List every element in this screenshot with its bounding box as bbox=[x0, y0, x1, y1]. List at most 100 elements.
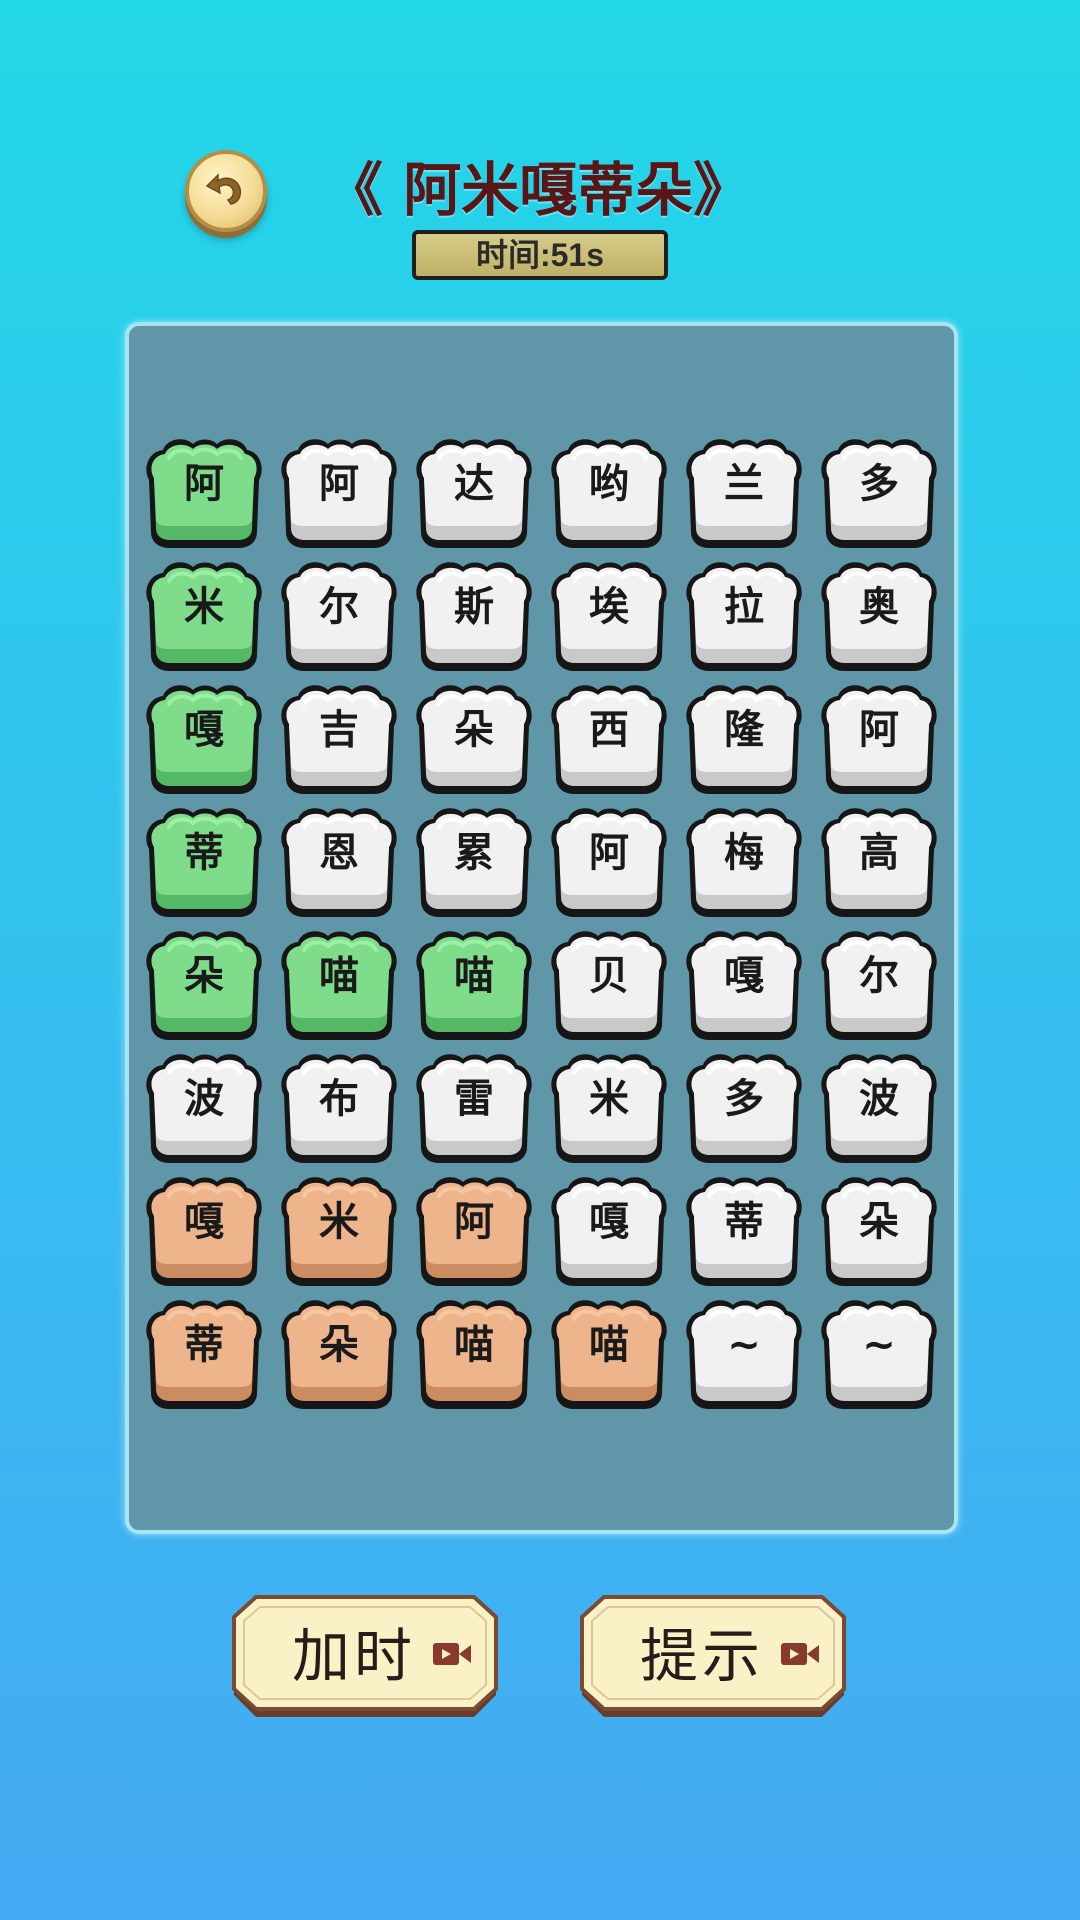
grid-tile[interactable]: 恩 bbox=[276, 805, 402, 920]
video-camera-icon bbox=[432, 1639, 472, 1669]
back-arrow-icon bbox=[201, 164, 251, 218]
tile-character: 累 bbox=[454, 830, 494, 876]
grid-tile[interactable]: 布 bbox=[276, 1051, 402, 1166]
tile-character: 嘎 bbox=[184, 707, 224, 753]
grid-tile[interactable]: 米 bbox=[546, 1051, 672, 1166]
tile-character: 高 bbox=[859, 830, 899, 876]
grid-tile[interactable]: ~ bbox=[816, 1297, 942, 1412]
grid-tile[interactable]: 蒂 bbox=[141, 1297, 267, 1412]
grid-tile[interactable]: 雷 bbox=[411, 1051, 537, 1166]
tile-character: 米 bbox=[319, 1199, 359, 1245]
grid-tile[interactable]: 蒂 bbox=[141, 805, 267, 920]
tile-character: 朵 bbox=[859, 1199, 899, 1245]
tile-character: 埃 bbox=[589, 584, 629, 630]
tile-character: 喵 bbox=[589, 1322, 629, 1368]
grid-tile[interactable]: 高 bbox=[816, 805, 942, 920]
tile-character: 哟 bbox=[589, 461, 629, 507]
tile-character: 阿 bbox=[859, 707, 899, 753]
grid-tile[interactable]: 米 bbox=[276, 1174, 402, 1289]
grid-tile[interactable]: ~ bbox=[681, 1297, 807, 1412]
grid-tile[interactable]: 西 bbox=[546, 682, 672, 797]
tile-character: 阿 bbox=[184, 461, 224, 507]
tile-character: ~ bbox=[727, 1322, 761, 1368]
grid-tile[interactable]: 阿 bbox=[411, 1174, 537, 1289]
tile-character: 朵 bbox=[454, 707, 494, 753]
grid-tile[interactable]: 梅 bbox=[681, 805, 807, 920]
tile-character: 蒂 bbox=[184, 830, 224, 876]
grid-tile[interactable]: 喵 bbox=[276, 928, 402, 1043]
grid-tile[interactable]: 嘎 bbox=[141, 1174, 267, 1289]
tile-character: 米 bbox=[589, 1076, 629, 1122]
tile-character: 嘎 bbox=[724, 953, 764, 999]
tile-character: 米 bbox=[184, 584, 224, 630]
grid-tile[interactable]: 朵 bbox=[141, 928, 267, 1043]
tile-character: ~ bbox=[862, 1322, 896, 1368]
tile-character: 布 bbox=[319, 1076, 359, 1122]
tile-character: 恩 bbox=[319, 830, 359, 876]
grid-tile[interactable]: 多 bbox=[816, 436, 942, 551]
tile-character: 朵 bbox=[184, 953, 224, 999]
tile-character: 阿 bbox=[319, 461, 359, 507]
grid-tile[interactable]: 嘎 bbox=[141, 682, 267, 797]
grid-tile[interactable]: 喵 bbox=[546, 1297, 672, 1412]
add-time-label: 加时 bbox=[292, 1622, 417, 1690]
grid-tile[interactable]: 多 bbox=[681, 1051, 807, 1166]
grid-tile[interactable]: 阿 bbox=[276, 436, 402, 551]
game-board: 阿阿达哟兰多米尔斯埃拉奥嘎吉朵西隆阿蒂恩累阿梅高朵喵喵贝嘎尔波布雷米多波嘎米阿嘎… bbox=[125, 322, 958, 1534]
tile-character: 斯 bbox=[454, 584, 494, 630]
tile-character: 嘎 bbox=[589, 1199, 629, 1245]
grid-tile[interactable]: 波 bbox=[141, 1051, 267, 1166]
hint-label: 提示 bbox=[640, 1622, 765, 1690]
tile-character: 朵 bbox=[319, 1322, 359, 1368]
back-button[interactable] bbox=[185, 150, 267, 232]
tile-character: 达 bbox=[454, 461, 494, 507]
tile-character: 雷 bbox=[454, 1076, 494, 1122]
tile-character: 奥 bbox=[859, 584, 899, 630]
grid-tile[interactable]: 蒂 bbox=[681, 1174, 807, 1289]
grid-tile[interactable]: 米 bbox=[141, 559, 267, 674]
add-time-button[interactable]: 加时 bbox=[230, 1593, 500, 1721]
page-title: 《 阿米嘎蒂朵》 bbox=[325, 156, 752, 224]
grid-tile[interactable]: 拉 bbox=[681, 559, 807, 674]
tile-character: 隆 bbox=[724, 707, 764, 753]
grid-tile[interactable]: 喵 bbox=[411, 928, 537, 1043]
grid-tile[interactable]: 埃 bbox=[546, 559, 672, 674]
grid-tile[interactable]: 吉 bbox=[276, 682, 402, 797]
tile-character: 多 bbox=[724, 1076, 764, 1122]
timer-display: 时间:51s bbox=[412, 230, 668, 280]
grid-tile[interactable]: 嘎 bbox=[681, 928, 807, 1043]
grid-tile[interactable]: 哟 bbox=[546, 436, 672, 551]
tile-character: 波 bbox=[184, 1076, 224, 1122]
grid-tile[interactable]: 阿 bbox=[546, 805, 672, 920]
grid-tile[interactable]: 隆 bbox=[681, 682, 807, 797]
video-camera-icon bbox=[780, 1639, 820, 1669]
grid-tile[interactable]: 朵 bbox=[411, 682, 537, 797]
tile-character: 蒂 bbox=[724, 1199, 764, 1245]
grid-tile[interactable]: 斯 bbox=[411, 559, 537, 674]
grid-tile[interactable]: 阿 bbox=[141, 436, 267, 551]
tile-character: 吉 bbox=[319, 707, 359, 753]
grid-tile[interactable]: 阿 bbox=[816, 682, 942, 797]
grid-tile[interactable]: 兰 bbox=[681, 436, 807, 551]
grid-tile[interactable]: 尔 bbox=[276, 559, 402, 674]
tile-character: 喵 bbox=[454, 1322, 494, 1368]
tile-character: 西 bbox=[589, 707, 629, 753]
tile-character: 波 bbox=[859, 1076, 899, 1122]
grid-tile[interactable]: 嘎 bbox=[546, 1174, 672, 1289]
grid-tile[interactable]: 喵 bbox=[411, 1297, 537, 1412]
tile-character: 尔 bbox=[319, 584, 359, 630]
grid-tile[interactable]: 波 bbox=[816, 1051, 942, 1166]
grid-tile[interactable]: 朵 bbox=[276, 1297, 402, 1412]
grid-tile[interactable]: 贝 bbox=[546, 928, 672, 1043]
grid-tile[interactable]: 累 bbox=[411, 805, 537, 920]
grid-tile[interactable]: 奥 bbox=[816, 559, 942, 674]
tile-character: 贝 bbox=[589, 953, 629, 999]
grid-tile[interactable]: 尔 bbox=[816, 928, 942, 1043]
tile-character: 尔 bbox=[859, 953, 899, 999]
tile-character: 蒂 bbox=[184, 1322, 224, 1368]
hint-button[interactable]: 提示 bbox=[578, 1593, 848, 1721]
grid-tile[interactable]: 达 bbox=[411, 436, 537, 551]
tile-character: 阿 bbox=[454, 1199, 494, 1245]
tile-character: 梅 bbox=[724, 830, 764, 876]
grid-tile[interactable]: 朵 bbox=[816, 1174, 942, 1289]
